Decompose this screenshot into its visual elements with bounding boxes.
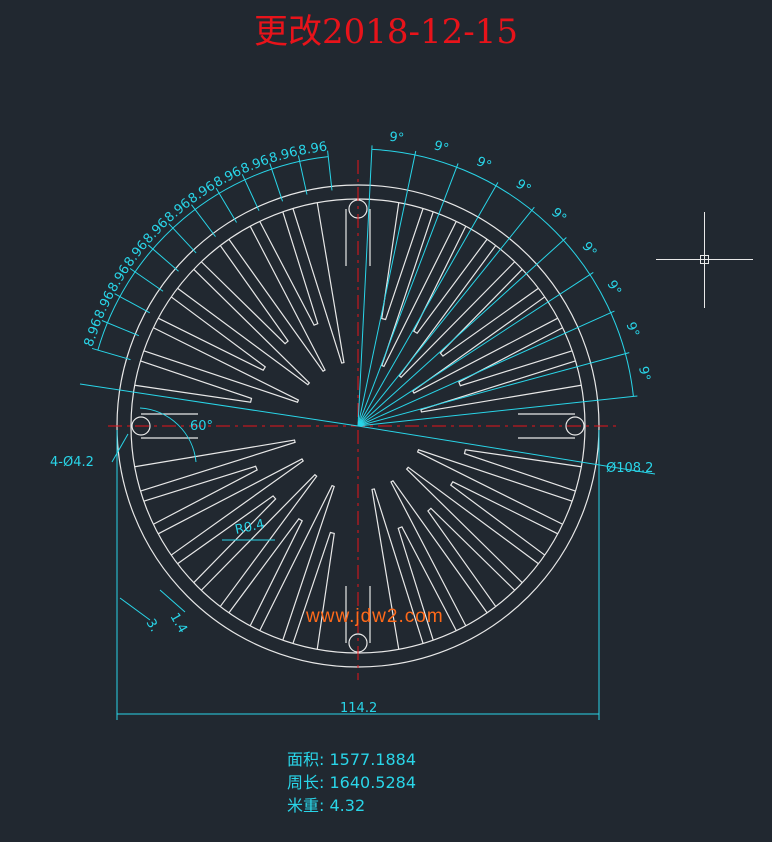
fin xyxy=(405,466,539,584)
pitch-extension-line xyxy=(91,347,131,361)
watermark: www.jdw2.com xyxy=(306,606,444,627)
angle-60-line xyxy=(79,383,359,427)
width-label: 114.2 xyxy=(340,701,377,716)
angle-label: 9° xyxy=(432,138,450,157)
angle-label: 9° xyxy=(635,365,652,382)
angle-label: 9° xyxy=(513,177,534,198)
fin xyxy=(143,327,300,403)
area-label: 面积: xyxy=(287,750,325,769)
angle-extension-line xyxy=(357,163,459,427)
property-area: 面积: 1577.1884 xyxy=(287,748,416,771)
angle-label: 9° xyxy=(474,154,494,174)
pitch-label: 8.96 xyxy=(268,144,300,166)
fin xyxy=(398,245,516,379)
root-thickness-label: 1.4 xyxy=(167,611,190,636)
angle-extension-line xyxy=(357,206,535,427)
fin xyxy=(390,479,488,627)
fin xyxy=(416,449,573,525)
diameter-label: Ø108.2 xyxy=(606,461,653,476)
angle-extension-line xyxy=(357,310,615,427)
fin xyxy=(157,458,305,556)
fin xyxy=(458,327,573,387)
pitch-label: 8.96 xyxy=(239,153,271,178)
perimeter-value: 1640.5284 xyxy=(329,773,417,792)
angle-extension-line xyxy=(357,395,638,427)
fin xyxy=(177,268,311,386)
angle-label: 9° xyxy=(604,278,624,298)
pitch-label: 8.96 xyxy=(211,164,244,191)
property-perimeter: 周长: 1640.5284 xyxy=(287,771,416,794)
angle-60-label: 60° xyxy=(190,419,213,434)
weight-value: 4.32 xyxy=(329,796,366,815)
angle-label: 9° xyxy=(388,130,405,147)
angle-label: 9° xyxy=(548,205,569,226)
angle-extension-line xyxy=(357,145,373,427)
heatsink-profile-drawing: 9°9°9°9°9°9°9°9°9°8.968.968.968.968.968.… xyxy=(50,130,656,720)
angle-label: 9° xyxy=(578,239,599,260)
thickness-leader xyxy=(159,589,186,613)
weight-label: 米重: xyxy=(287,796,325,815)
hole-leader xyxy=(111,433,129,463)
fin xyxy=(200,473,318,607)
property-weight: 米重: 4.32 xyxy=(287,794,416,817)
thickness-leader xyxy=(119,597,151,621)
angle-60-arc xyxy=(139,407,197,463)
pitch-label: 8.96 xyxy=(82,317,106,349)
fin-thickness-label: 3. xyxy=(143,617,162,635)
fin xyxy=(259,211,319,326)
pitch-label: 8.96 xyxy=(297,139,328,159)
area-value: 1577.1884 xyxy=(329,750,417,769)
pitch-label: 8.96 xyxy=(92,289,118,322)
fin xyxy=(143,465,258,525)
section-properties: 面积: 1577.1884 周长: 1640.5284 米重: 4.32 xyxy=(287,748,416,817)
angle-label: 9° xyxy=(623,320,642,339)
angle-extension-line xyxy=(357,182,499,427)
hole-label: 4-Ø4.2 xyxy=(50,455,94,470)
fin xyxy=(228,225,326,373)
fin xyxy=(381,211,457,368)
perimeter-label: 周长: xyxy=(287,773,325,792)
dimension-labels: 9°9°9°9°9°9°9°9°9°8.968.968.968.968.968.… xyxy=(50,130,653,716)
